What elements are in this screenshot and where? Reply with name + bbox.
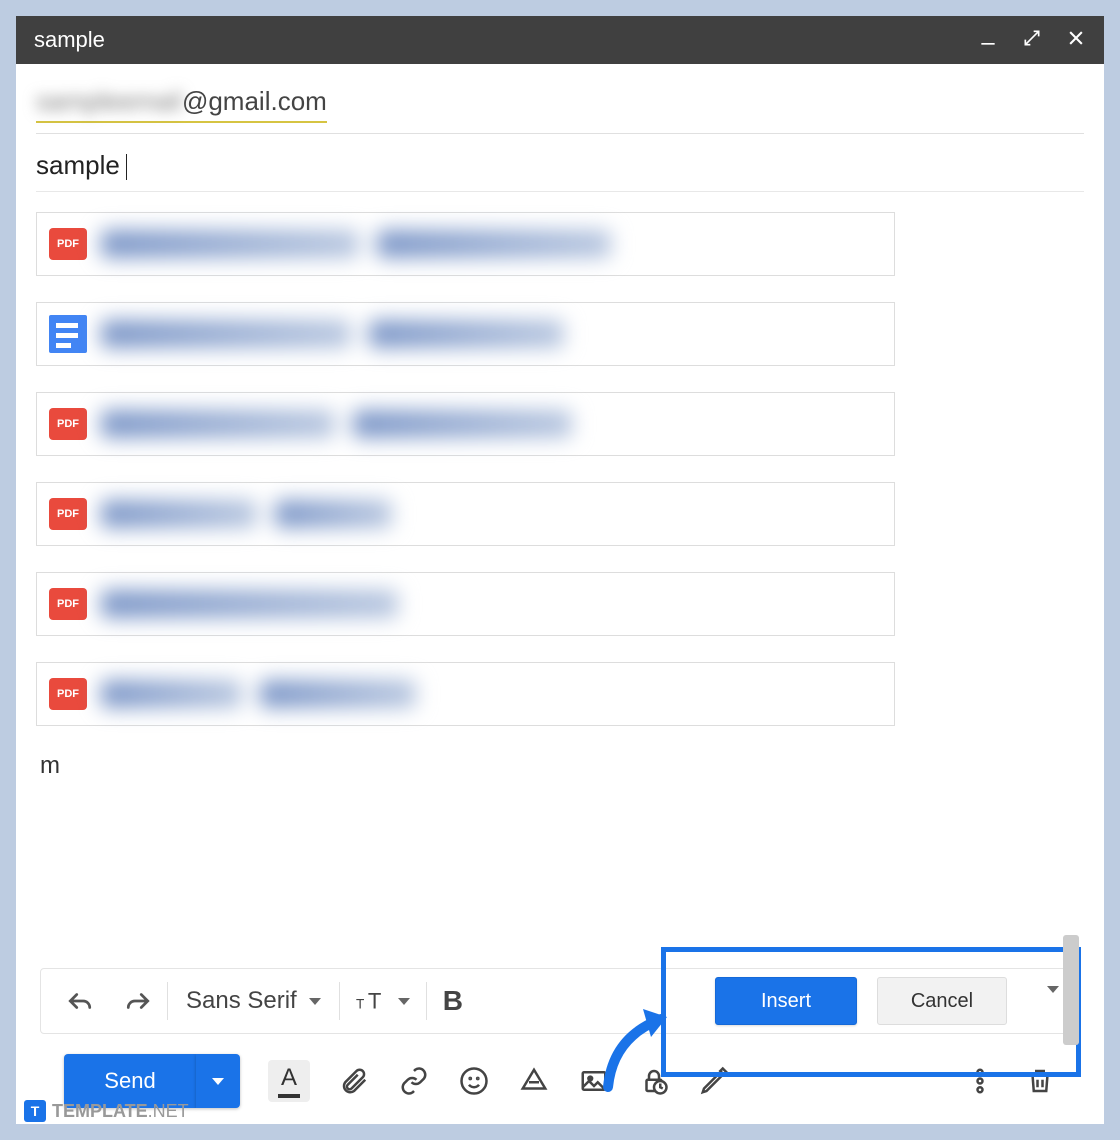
watermark: T TEMPLATE.NET [24, 1100, 189, 1122]
chevron-down-icon [398, 998, 410, 1005]
attachment-filename-redacted [101, 320, 882, 348]
titlebar-controls [978, 28, 1086, 53]
window-title: sample [34, 27, 978, 53]
pdf-icon: PDF [49, 498, 87, 530]
arrow-annotation [593, 997, 683, 1097]
more-options-icon[interactable] [964, 1065, 996, 1097]
subject-field[interactable]: sample [36, 134, 1084, 192]
undo-button[interactable] [51, 969, 109, 1033]
redo-button[interactable] [109, 969, 167, 1033]
to-field[interactable]: sampleemail@gmail.com [36, 76, 1084, 134]
pdf-icon: PDF [49, 408, 87, 440]
insert-button[interactable]: Insert [715, 977, 857, 1025]
compose-window: sample sampleemail@gmail.com sample PDF [16, 16, 1104, 1124]
insert-emoji-icon[interactable] [458, 1065, 490, 1097]
send-options-button[interactable] [196, 1054, 240, 1108]
insert-drive-icon[interactable] [518, 1065, 550, 1097]
font-selector[interactable]: Sans Serif [168, 987, 339, 1015]
doc-icon [49, 315, 87, 353]
attachment-filename-redacted [101, 500, 882, 528]
attachment-item[interactable]: PDF [36, 212, 895, 276]
cancel-button[interactable]: Cancel [877, 977, 1007, 1025]
scrollbar[interactable] [1063, 935, 1079, 1045]
bottom-toolbar: Send A [36, 1034, 1084, 1124]
chevron-down-icon [309, 998, 321, 1005]
format-toolbar: Sans Serif TT B Insert Cancel [40, 968, 1080, 1034]
expand-icon[interactable] [1022, 28, 1042, 53]
chevron-down-icon [212, 1078, 224, 1085]
text-cursor [126, 154, 127, 180]
svg-text:T: T [368, 989, 382, 1014]
recipient-redacted: sampleemail [36, 86, 182, 116]
body-text[interactable]: m [36, 752, 1084, 780]
font-size-button[interactable]: TT [340, 969, 426, 1033]
attachment-filename-redacted [101, 590, 882, 618]
watermark-badge: T [24, 1100, 46, 1122]
close-icon[interactable] [1066, 28, 1086, 53]
attachment-item[interactable]: PDF [36, 662, 895, 726]
pdf-icon: PDF [49, 678, 87, 710]
watermark-brand-ext: .NET [148, 1101, 189, 1121]
text-formatting-button[interactable]: A [268, 1060, 310, 1102]
titlebar: sample [16, 16, 1104, 64]
compose-content: sampleemail@gmail.com sample PDF PDF PDF [16, 64, 1104, 1124]
watermark-brand: TEMPLATE [52, 1101, 148, 1121]
minimize-icon[interactable] [978, 28, 998, 53]
bold-button[interactable]: B [427, 969, 479, 1033]
insert-link-icon[interactable] [398, 1065, 430, 1097]
svg-text:T: T [356, 997, 364, 1012]
recipient-domain: @gmail.com [182, 86, 327, 116]
attachment-filename-redacted [101, 230, 882, 258]
subject-text: sample [36, 150, 120, 180]
discard-draft-icon[interactable] [1024, 1065, 1056, 1097]
attachment-item[interactable]: PDF [36, 392, 895, 456]
recipient-chip[interactable]: sampleemail@gmail.com [36, 86, 327, 123]
attachment-item[interactable]: PDF [36, 482, 895, 546]
font-name: Sans Serif [186, 987, 297, 1015]
pdf-icon: PDF [49, 588, 87, 620]
attachment-item[interactable]: PDF [36, 572, 895, 636]
attachment-item[interactable] [36, 302, 895, 366]
more-formatting-button[interactable] [1047, 993, 1059, 1011]
attachment-filename-redacted [101, 680, 882, 708]
attachment-filename-redacted [101, 410, 882, 438]
insert-signature-icon[interactable] [698, 1065, 730, 1097]
chevron-down-icon [1047, 986, 1059, 1010]
italic-button[interactable] [479, 969, 511, 1033]
attach-file-icon[interactable] [338, 1065, 370, 1097]
pdf-icon: PDF [49, 228, 87, 260]
attachments-list: PDF PDF PDF PDF PDF m [36, 192, 1084, 962]
